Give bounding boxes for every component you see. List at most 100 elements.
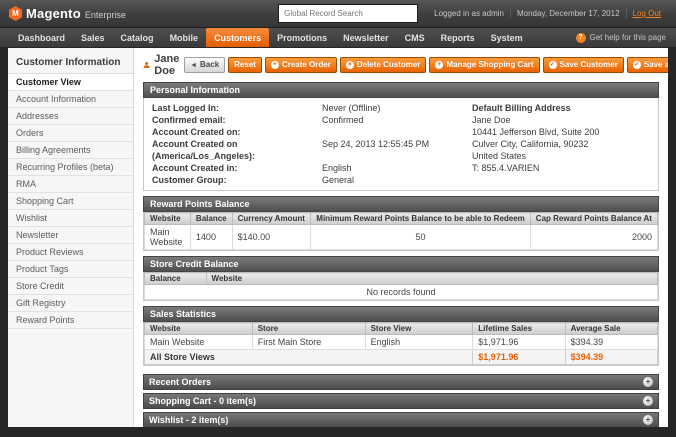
field-value: English	[322, 163, 352, 173]
manage-cart-label: Manage Shopping Cart	[446, 60, 534, 69]
magento-logo[interactable]: M Magento Enterprise	[9, 6, 126, 21]
create-order-label: Create Order	[281, 60, 331, 69]
help-link[interactable]: ? Get help for this page	[575, 28, 666, 47]
sidebar-item-account-information[interactable]: Account Information	[8, 91, 133, 108]
address-line: T: 855.4.VARIEN	[472, 163, 540, 173]
main-content: Jane Doe ◄ Back Reset + Create Order × D…	[134, 48, 668, 427]
nav-newsletter[interactable]: Newsletter	[335, 28, 397, 47]
nav-promotions[interactable]: Promotions	[269, 28, 335, 47]
accordion-wishlist[interactable]: Wishlist - 2 item(s) +	[143, 412, 659, 427]
table-header-row: Balance Website	[144, 272, 659, 285]
nav-system[interactable]: System	[483, 28, 531, 47]
global-search-input[interactable]	[278, 4, 419, 23]
expand-icon[interactable]: +	[643, 396, 653, 406]
default-billing-address: Default Billing Address Jane Doe 10441 J…	[472, 102, 599, 186]
reward-points-section: Reward Points Balance Website Balance Cu…	[143, 196, 659, 251]
address-line: United States	[472, 151, 527, 161]
field-row: Account Created on (America/Los_Angeles)…	[152, 138, 452, 162]
expand-icon[interactable]: +	[643, 415, 653, 425]
field-label: Last Logged In:	[152, 103, 219, 113]
column-header: Cap Reward Points Balance At	[529, 212, 659, 225]
table-header-row: Website Store Store View Lifetime Sales …	[144, 322, 659, 335]
field-value: Confirmed	[322, 115, 364, 125]
nav-sales[interactable]: Sales	[73, 28, 113, 47]
sidebar-item-reward-points[interactable]: Reward Points	[8, 312, 133, 329]
field-value: Never (Offline)	[322, 103, 381, 113]
sidebar-title: Customer Information	[16, 57, 121, 68]
column-header: Balance	[189, 212, 233, 225]
column-header: Balance	[144, 272, 207, 285]
totals-row: All Store Views $1,971.96 $394.39	[143, 349, 659, 365]
table-header-row: Website Balance Currency Amount Minimum …	[144, 212, 659, 225]
expand-icon[interactable]: +	[643, 377, 653, 387]
back-button[interactable]: ◄ Back	[184, 57, 226, 73]
reset-button-label: Reset	[234, 60, 256, 69]
nav-mobile[interactable]: Mobile	[162, 28, 207, 47]
sidebar-item-shopping-cart[interactable]: Shopping Cart	[8, 193, 133, 210]
save-continue-button[interactable]: ✓ Save and Continue Edit	[626, 57, 668, 73]
nav-customers[interactable]: Customers	[206, 28, 270, 47]
field-row: Last Logged In: Never (Offline)	[152, 102, 452, 114]
field-label: Customer Group:	[152, 175, 227, 185]
sidebar-item-billing-agreements[interactable]: Billing Agreements	[8, 142, 133, 159]
accordion-recent-orders[interactable]: Recent Orders +	[143, 374, 659, 390]
address-line: Culver City, California, 90232	[472, 139, 589, 149]
nav-catalog[interactable]: Catalog	[113, 28, 162, 47]
reward-points-header: Reward Points Balance	[143, 196, 659, 212]
column-header: Store View	[364, 322, 474, 335]
reset-button[interactable]: Reset	[228, 57, 262, 73]
magento-logo-icon: M	[9, 6, 22, 21]
logo-edition-label: Enterprise	[84, 10, 126, 20]
create-order-button[interactable]: + Create Order	[264, 57, 337, 73]
sidebar-item-recurring-profiles[interactable]: Recurring Profiles (beta)	[8, 159, 133, 176]
personal-information-section: Personal Information Last Logged In: Nev…	[143, 82, 659, 191]
reward-points-table: Website Balance Currency Amount Minimum …	[144, 212, 659, 250]
accordion-shopping-cart[interactable]: Shopping Cart - 0 item(s) +	[143, 393, 659, 409]
field-row: Account Created on:	[152, 126, 452, 138]
delete-customer-button[interactable]: × Delete Customer	[339, 57, 427, 73]
total-lifetime-sales: $1,971.96	[472, 349, 566, 365]
delete-customer-label: Delete Customer	[356, 60, 421, 69]
personal-information-body: Last Logged In: Never (Offline) Confirme…	[143, 98, 659, 191]
column-header: Minimum Reward Points Balance to be able…	[310, 212, 531, 225]
total-average-sale: $394.39	[564, 349, 659, 365]
nav-cms[interactable]: CMS	[397, 28, 433, 47]
nav-reports[interactable]: Reports	[433, 28, 483, 47]
sidebar-item-customer-view[interactable]: Customer View	[8, 74, 133, 91]
field-label: Account Created on:	[152, 127, 241, 137]
sidebar-item-rma[interactable]: RMA	[8, 176, 133, 193]
sidebar-item-newsletter[interactable]: Newsletter	[8, 227, 133, 244]
totals-label: All Store Views	[143, 349, 474, 365]
accordion-label: Recent Orders	[149, 377, 212, 387]
accordion-label: Wishlist - 2 item(s)	[149, 415, 229, 425]
top-bar: M Magento Enterprise Logged in as admin …	[0, 0, 676, 28]
column-header: Website	[144, 212, 191, 225]
save-customer-label: Save Customer	[559, 60, 618, 69]
sidebar-item-store-credit[interactable]: Store Credit	[8, 278, 133, 295]
main-nav: Dashboard Sales Catalog Mobile Customers…	[0, 28, 676, 48]
address-line: 10441 Jefferson Blvd, Suite 200	[472, 127, 600, 137]
customer-avatar-icon	[143, 61, 150, 69]
sidebar-item-wishlist[interactable]: Wishlist	[8, 210, 133, 227]
sidebar-item-product-tags[interactable]: Product Tags	[8, 261, 133, 278]
sidebar-item-gift-registry[interactable]: Gift Registry	[8, 295, 133, 312]
cell-min-balance: 50	[310, 224, 531, 250]
create-order-icon: +	[270, 61, 279, 69]
logout-link[interactable]: Log Out	[625, 9, 667, 18]
sidebar-item-addresses[interactable]: Addresses	[8, 108, 133, 125]
cell-cap-balance: 2000	[529, 224, 659, 250]
field-label: Account Created in:	[152, 163, 238, 173]
account-details: Last Logged In: Never (Offline) Confirme…	[152, 102, 452, 186]
customer-name: Jane Doe	[154, 53, 180, 77]
manage-shopping-cart-button[interactable]: + Manage Shopping Cart	[429, 57, 540, 73]
reward-points-body: Website Balance Currency Amount Minimum …	[143, 212, 659, 251]
sidebar-item-orders[interactable]: Orders	[8, 125, 133, 142]
cell-average-sale: $394.39	[564, 334, 659, 350]
field-value: General	[322, 175, 355, 185]
column-header: Store	[251, 322, 366, 335]
sidebar-item-product-reviews[interactable]: Product Reviews	[8, 244, 133, 261]
magento-admin-window: M Magento Enterprise Logged in as admin …	[0, 0, 676, 437]
save-customer-button[interactable]: ✓ Save Customer	[542, 57, 624, 73]
nav-dashboard[interactable]: Dashboard	[10, 28, 73, 47]
cell-store-view: English	[364, 334, 474, 350]
